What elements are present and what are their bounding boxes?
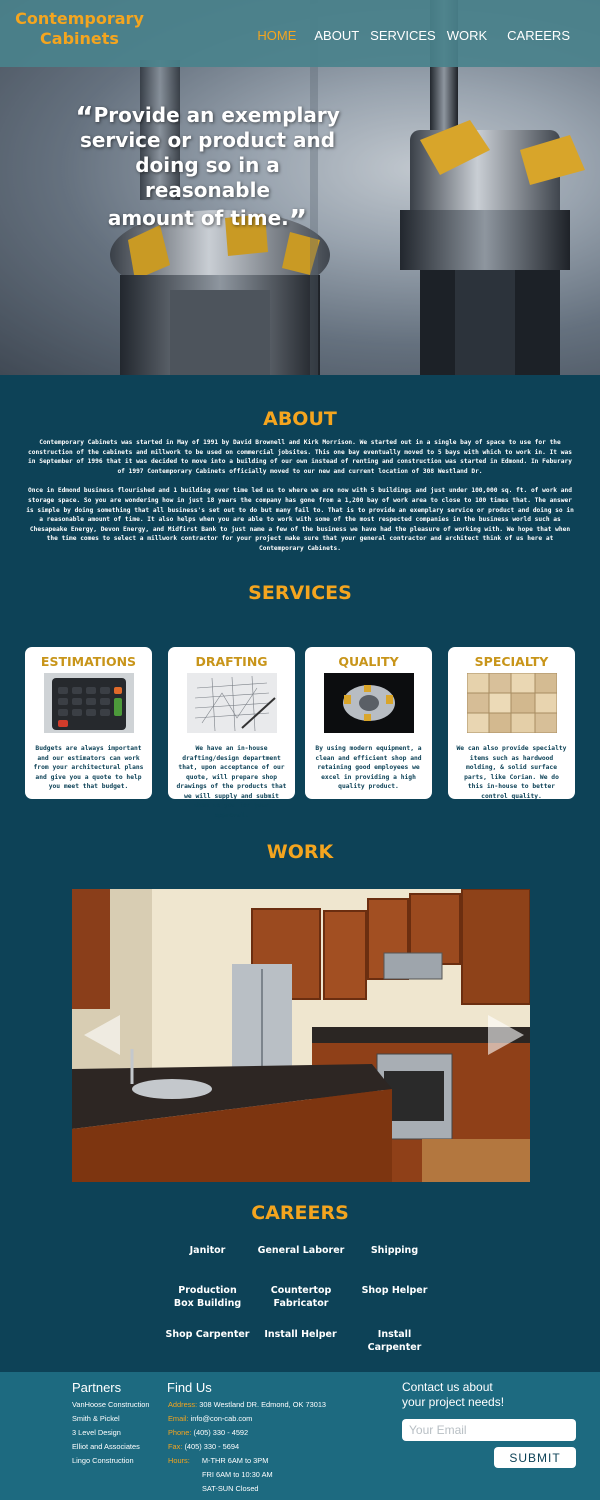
partner-item[interactable]: Elliot and Associates <box>72 1442 140 1451</box>
partners-title: Partners <box>72 1380 122 1395</box>
site-logo[interactable]: Contemporary Cabinets <box>12 9 147 49</box>
career-install-helper[interactable]: Install Helper <box>258 1328 343 1341</box>
phone-label: Phone: <box>168 1428 192 1437</box>
nav-services[interactable]: SERVICES <box>370 28 436 43</box>
fax-value: (405) 330 - 5694 <box>184 1442 240 1451</box>
card-text: Budgets are always important and our est… <box>33 745 144 790</box>
email-line: Email: info@con-cab.com <box>168 1414 252 1423</box>
cutter-tool-image <box>323 673 414 733</box>
email-input[interactable] <box>402 1419 576 1441</box>
address-value: 308 Westland DR. Edmond, OK 73013 <box>199 1400 327 1409</box>
nav-work[interactable]: WORK <box>447 28 487 43</box>
career-general-laborer[interactable]: General Laborer <box>256 1244 346 1257</box>
career-shop-carpenter[interactable]: Shop Carpenter <box>165 1328 250 1341</box>
service-card-estimations: ESTIMATIONS Budgets are always important… <box>25 647 152 799</box>
career-countertop-fabricator[interactable]: Countertop Fabricator <box>265 1284 337 1310</box>
work-title: WORK <box>266 841 334 863</box>
contact-heading: Contact us about your project needs! <box>402 1380 504 1410</box>
quote-line-2: service or product and <box>79 128 336 152</box>
card-title: DRAFTING <box>195 654 268 669</box>
nav-home[interactable]: HOME <box>257 28 296 43</box>
hours-label: Hours: <box>168 1456 190 1465</box>
about-paragraph-2: Once in Edmond business flourished and 1… <box>26 487 574 552</box>
card-title: ESTIMATIONS <box>40 654 137 669</box>
wood-blocks-image <box>466 672 557 734</box>
logo-line-2: Cabinets <box>40 29 119 48</box>
open-quote-icon: “ <box>75 100 94 133</box>
partner-item[interactable]: Smith & Pickel <box>72 1414 120 1423</box>
quote-line-3: doing so in a reasonable <box>135 153 280 202</box>
career-janitor[interactable]: Janitor <box>165 1244 250 1257</box>
phone-line: Phone: (405) 330 - 4592 <box>168 1428 248 1437</box>
card-title: QUALITY <box>338 654 399 669</box>
partner-item[interactable]: Lingo Construction <box>72 1456 134 1465</box>
about-title: ABOUT <box>263 408 337 430</box>
calculator-image <box>43 673 134 733</box>
gallery-next-arrow-icon[interactable] <box>488 1015 524 1055</box>
gallery-prev-arrow-icon[interactable] <box>84 1015 120 1055</box>
site-header: Contemporary Cabinets HOME ABOUT SERVICE… <box>0 0 600 67</box>
card-text: By using modern equipment, a clean and e… <box>315 745 422 790</box>
address-label: Address: <box>168 1400 198 1409</box>
kitchen-photo <box>72 889 530 1182</box>
career-production-box-building[interactable]: Production Box Building <box>170 1284 245 1310</box>
partner-item[interactable]: VanHoose Construction <box>72 1400 150 1409</box>
careers-title: CAREERS <box>251 1202 349 1224</box>
hours-value: SAT-SUN Closed <box>202 1484 259 1493</box>
quote-line-4: amount of time. <box>107 206 289 230</box>
nav-careers[interactable]: CAREERS <box>507 28 570 43</box>
card-text: We can also provide specialty items such… <box>456 745 567 800</box>
career-install-carpenter[interactable]: Install Carpenter <box>352 1328 437 1354</box>
career-shop-helper[interactable]: Shop Helper <box>352 1284 437 1297</box>
career-shipping[interactable]: Shipping <box>352 1244 437 1257</box>
nav-about[interactable]: ABOUT <box>314 28 359 43</box>
hours-value: M-THR 6AM to 3PM <box>201 1456 269 1465</box>
contact-line-1: Contact us about <box>402 1380 493 1394</box>
fax-label: Fax: <box>168 1442 183 1451</box>
blueprint-image <box>186 673 277 733</box>
hero-quote: “Provide an exemplary service or product… <box>70 100 345 234</box>
main-nav: HOME ABOUT SERVICES WORK CAREERS <box>246 28 570 43</box>
services-title: SERVICES <box>248 582 352 604</box>
service-card-quality: QUALITY By using modern equipment, a cle… <box>305 647 432 799</box>
service-card-specialty: SPECIALTY We can also provide specialty … <box>448 647 575 800</box>
findus-title: Find Us <box>167 1380 212 1395</box>
work-gallery-image <box>72 889 530 1182</box>
about-text: Contemporary Cabinets was started in May… <box>25 438 575 554</box>
contact-line-2: your project needs! <box>402 1395 505 1409</box>
quote-line-1: Provide an exemplary <box>93 103 340 127</box>
logo-line-1: Contemporary <box>15 9 144 28</box>
hours-line: Hours: M-THR 6AM to 3PM <box>168 1456 268 1465</box>
email-value[interactable]: info@con-cab.com <box>191 1414 253 1423</box>
submit-button[interactable]: SUBMIT <box>494 1447 576 1468</box>
card-text: We have an in-house drafting/design depa… <box>176 745 287 819</box>
email-label: Email: <box>168 1414 189 1423</box>
close-quote-icon: ” <box>288 203 308 236</box>
address-line: Address: 308 Westland DR. Edmond, OK 730… <box>168 1400 326 1409</box>
service-card-drafting: DRAFTING We have an in-house drafting/de… <box>168 647 295 819</box>
about-paragraph-1: Contemporary Cabinets was started in May… <box>28 439 572 475</box>
phone-value: (405) 330 - 4592 <box>193 1428 249 1437</box>
partner-item[interactable]: 3 Level Design <box>72 1428 121 1437</box>
fax-line: Fax: (405) 330 - 5694 <box>168 1442 239 1451</box>
hours-value: FRI 6AM to 10:30 AM <box>202 1470 273 1479</box>
card-title: SPECIALTY <box>474 654 549 669</box>
